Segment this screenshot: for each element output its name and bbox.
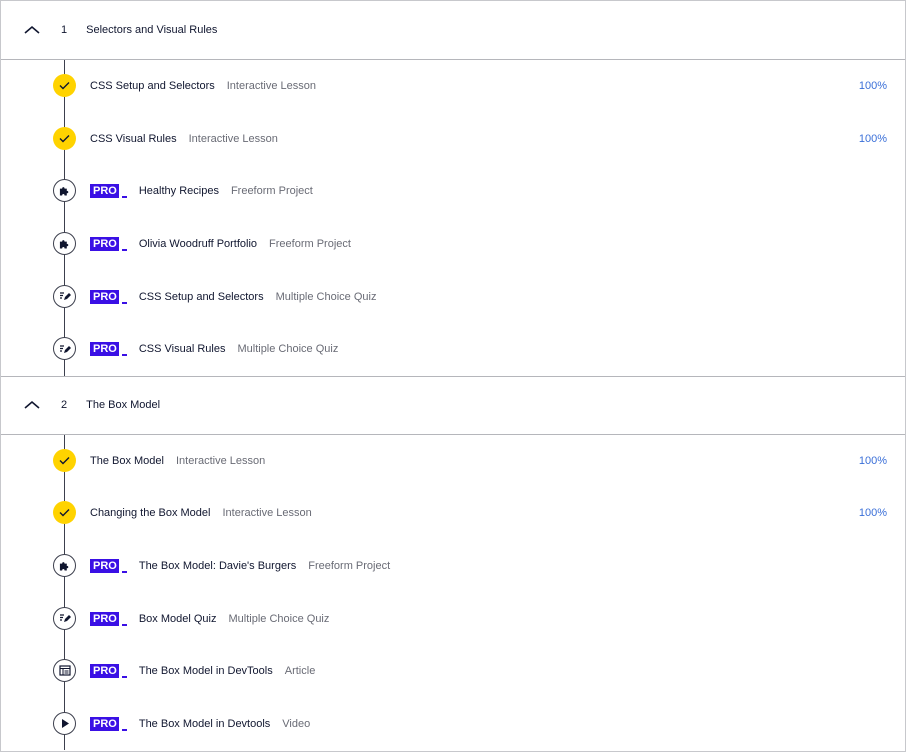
progress-percent: 100% bbox=[858, 507, 887, 520]
module-item-list: The Box Model Interactive Lesson 100% Ch… bbox=[1, 434, 905, 751]
item-type: Interactive Lesson bbox=[226, 80, 317, 93]
item-type: Multiple Choice Quiz bbox=[228, 612, 330, 625]
item-title: The Box Model bbox=[90, 454, 164, 467]
progress-percent: 100% bbox=[858, 80, 887, 93]
list-item[interactable]: PRO The Box Model in Devtools Video bbox=[1, 698, 905, 751]
pro-label: PRO bbox=[90, 664, 119, 679]
quiz-icon bbox=[53, 606, 76, 630]
list-item[interactable]: CSS Setup and Selectors Interactive Less… bbox=[1, 60, 905, 113]
puzzle-icon bbox=[53, 232, 76, 256]
pro-badge: PRO bbox=[90, 611, 127, 626]
item-title: The Box Model in Devtools bbox=[138, 717, 271, 730]
pro-label: PRO bbox=[90, 289, 119, 304]
item-title: Box Model Quiz bbox=[138, 612, 217, 625]
list-item[interactable]: PRO CSS Setup and Selectors Multiple Cho… bbox=[1, 270, 905, 323]
check-icon bbox=[53, 74, 76, 98]
chevron-up-icon[interactable] bbox=[23, 21, 41, 39]
puzzle-icon bbox=[53, 179, 76, 203]
course-syllabus: 1 Selectors and Visual Rules CSS Setup a… bbox=[0, 0, 906, 752]
puzzle-icon bbox=[53, 554, 76, 578]
pro-label: PRO bbox=[90, 559, 119, 574]
list-item[interactable]: PRO The Box Model in DevTools Article bbox=[1, 645, 905, 698]
list-item[interactable]: The Box Model Interactive Lesson 100% bbox=[1, 435, 905, 488]
list-item[interactable]: CSS Visual Rules Interactive Lesson 100% bbox=[1, 113, 905, 166]
quiz-icon bbox=[53, 337, 76, 361]
pro-badge: PRO bbox=[90, 664, 127, 679]
module-2: 2 The Box Model The Box Model Interactiv… bbox=[1, 375, 905, 751]
module-number: 2 bbox=[61, 399, 68, 412]
play-icon bbox=[53, 711, 76, 735]
pro-label: PRO bbox=[90, 237, 119, 252]
item-title: CSS Setup and Selectors bbox=[138, 290, 264, 303]
item-type: Multiple Choice Quiz bbox=[275, 290, 377, 303]
module-number: 1 bbox=[61, 24, 68, 36]
item-type: Freeform Project bbox=[308, 560, 391, 573]
pro-label: PRO bbox=[90, 342, 119, 357]
progress-percent: 100% bbox=[858, 454, 887, 467]
item-title: Olivia Woodruff Portfolio bbox=[138, 238, 258, 251]
item-title: Healthy Recipes bbox=[138, 185, 219, 198]
item-title: Changing the Box Model bbox=[90, 507, 211, 520]
module-title: The Box Model bbox=[86, 399, 161, 412]
item-type: Freeform Project bbox=[230, 185, 313, 198]
pro-badge: PRO bbox=[90, 342, 127, 357]
pro-badge: PRO bbox=[90, 716, 127, 731]
article-icon bbox=[53, 659, 76, 683]
check-icon bbox=[53, 448, 76, 472]
check-icon bbox=[53, 501, 76, 525]
module-item-list: CSS Setup and Selectors Interactive Less… bbox=[1, 60, 905, 376]
list-item[interactable]: Changing the Box Model Interactive Lesso… bbox=[1, 487, 905, 540]
item-type: Interactive Lesson bbox=[175, 454, 266, 467]
module-header[interactable]: 2 The Box Model bbox=[1, 375, 905, 435]
pro-badge: PRO bbox=[90, 184, 127, 199]
item-type: Multiple Choice Quiz bbox=[237, 343, 339, 356]
item-title: CSS Setup and Selectors bbox=[90, 80, 215, 93]
list-item[interactable]: PRO Healthy Recipes Freeform Project bbox=[1, 165, 905, 218]
list-item[interactable]: PRO Olivia Woodruff Portfolio Freeform P… bbox=[1, 218, 905, 271]
list-item[interactable]: PRO The Box Model: Davie's Burgers Freef… bbox=[1, 540, 905, 593]
chevron-up-icon[interactable] bbox=[23, 396, 41, 414]
module-1: 1 Selectors and Visual Rules CSS Setup a… bbox=[1, 1, 905, 376]
item-type: Article bbox=[284, 665, 316, 678]
list-item[interactable]: PRO CSS Visual Rules Multiple Choice Qui… bbox=[1, 323, 905, 376]
item-title: The Box Model: Davie's Burgers bbox=[138, 560, 297, 573]
module-title: Selectors and Visual Rules bbox=[86, 24, 218, 36]
pro-badge: PRO bbox=[90, 559, 127, 574]
pro-label: PRO bbox=[90, 184, 119, 199]
item-title: The Box Model in DevTools bbox=[138, 665, 273, 678]
quiz-icon bbox=[53, 284, 76, 308]
pro-label: PRO bbox=[90, 611, 119, 626]
item-type: Video bbox=[282, 717, 311, 730]
pro-badge: PRO bbox=[90, 237, 127, 252]
item-type: Interactive Lesson bbox=[222, 507, 312, 520]
list-item[interactable]: PRO Box Model Quiz Multiple Choice Quiz bbox=[1, 592, 905, 645]
item-type: Freeform Project bbox=[269, 238, 351, 251]
item-title: CSS Visual Rules bbox=[138, 343, 226, 356]
item-title: CSS Visual Rules bbox=[90, 132, 177, 145]
module-header[interactable]: 1 Selectors and Visual Rules bbox=[1, 1, 905, 60]
progress-percent: 100% bbox=[858, 132, 887, 145]
check-icon bbox=[53, 126, 76, 150]
pro-badge: PRO bbox=[90, 289, 127, 304]
item-type: Interactive Lesson bbox=[188, 132, 278, 145]
pro-label: PRO bbox=[90, 716, 119, 731]
